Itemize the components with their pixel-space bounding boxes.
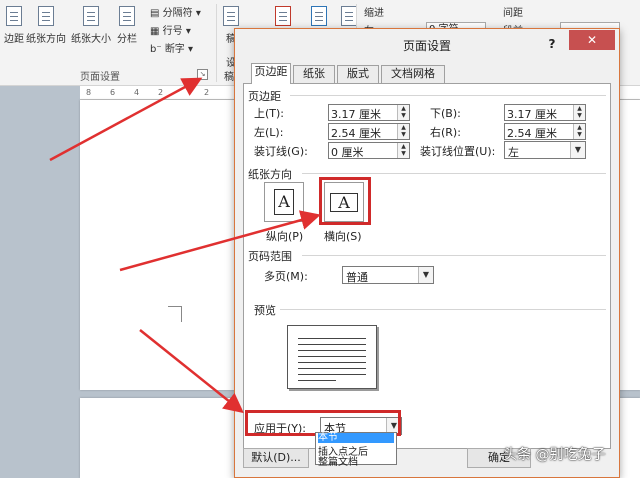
gutter-position-label: 装订线位置(U): [420,145,496,158]
margins-icon [6,6,22,26]
ruler-tick: 2 [204,88,210,97]
orientation-icon [38,6,54,26]
multiple-pages-label: 多页(M): [264,270,308,283]
orientation-button[interactable]: 纸张方向 [22,4,70,52]
tab-panel-margins: 页边距 上(T): 3.17 厘米 ▲ ▼ 下(B): 3.17 厘米 ▲ ▼ 左(… [243,83,611,449]
ruler-tick: 2 [158,88,164,97]
right-margin-label: 右(R): [430,126,461,139]
draft-icon [223,6,239,26]
apply-to-option-whole-document[interactable]: 整篇文档 [318,453,358,468]
apply-to-option-this-section[interactable]: 本节 [318,433,394,443]
spin-arrows-icon[interactable]: ▲ ▼ [397,143,409,158]
right-margin-input[interactable]: 2.54 厘米 ▲ ▼ [504,123,586,140]
columns-icon [119,6,135,26]
pages-section-title: 页码范围 [248,250,292,263]
spin-arrows-icon[interactable]: ▲ ▼ [573,124,585,139]
portrait-page-icon: A [274,189,294,215]
page-preview [287,325,377,389]
section-divider [302,255,606,256]
spin-arrows-icon[interactable]: ▲ ▼ [397,105,409,120]
tab-paper[interactable]: 纸张 [293,65,335,83]
section-divider [290,95,606,96]
watermark-text: 头条 @别吃兔子 [503,447,606,463]
margins-section-title: 页边距 [248,90,281,103]
multiple-pages-select[interactable]: 普通 ▼ [342,266,434,284]
tab-margins[interactable]: 页边距 [251,63,291,84]
page-border-icon [341,6,357,26]
left-margin-label: 左(L): [254,126,284,139]
size-button[interactable]: 纸张大小 [68,4,114,52]
dialog-title: 页面设置 [402,39,451,53]
left-margin-input[interactable]: 2.54 厘米 ▲ ▼ [328,123,410,140]
hyphenation-button[interactable]: b⁻ 断字 ▾ [150,40,193,55]
portrait-label: 纵向(P) [266,230,304,243]
help-button[interactable]: ? [543,35,561,53]
top-margin-label: 上(T): [254,107,285,120]
page-setup-group-label: 页面设置 [80,72,120,83]
landscape-highlight-box [319,177,371,225]
ruler-tick: 6 [110,88,116,97]
ruler-tick: 4 [134,88,140,97]
draft-group-label: 稿 [224,72,234,83]
page-color-icon [311,6,327,26]
paper-size-icon [83,6,99,26]
landscape-label: 横向(S) [324,230,362,243]
close-button[interactable]: ✕ [569,30,615,50]
bottom-margin-label: 下(B): [430,107,461,120]
ruler-tick: 8 [86,88,92,97]
watermark-icon [275,6,291,26]
tab-layout[interactable]: 版式 [337,65,379,83]
gutter-position-select[interactable]: 左 ▼ [504,141,586,159]
default-button[interactable]: 默认(D)... [243,448,309,468]
line-numbers-button[interactable]: ▦ 行号 ▾ [150,22,191,37]
indent-label: 缩进 [364,8,384,19]
chevron-down-icon[interactable]: ▼ [418,267,433,283]
gutter-input[interactable]: 0 厘米 ▲ ▼ [328,142,410,159]
gutter-label: 装订线(G): [254,145,308,158]
spin-arrows-icon[interactable]: ▲ ▼ [573,105,585,120]
crop-mark [168,306,182,322]
breaks-button[interactable]: ▤ 分隔符 ▾ [150,4,201,19]
page-setup-dialog: 页面设置 ? ✕ 页边距 纸张 版式 文档网格 页边距 上(T): 3.17 厘… [234,28,620,478]
spacing-label: 间距 [503,8,523,19]
chevron-down-icon[interactable]: ▼ [570,142,585,158]
spin-arrows-icon[interactable]: ▲ ▼ [397,124,409,139]
dialog-titlebar[interactable]: 页面设置 ? ✕ [235,29,619,61]
top-margin-input[interactable]: 3.17 厘米 ▲ ▼ [328,104,410,121]
columns-button[interactable]: 分栏 [112,4,142,52]
section-divider [280,309,606,310]
preview-section-title: 预览 [254,304,276,317]
section-divider [302,173,606,174]
bottom-margin-input[interactable]: 3.17 厘米 ▲ ▼ [504,104,586,121]
tab-document-grid[interactable]: 文档网格 [381,65,445,83]
page-setup-launcher-icon[interactable]: ↘ [197,69,208,80]
apply-to-dropdown-list: 本节 插入点之后 整篇文档 [315,432,397,468]
group-separator [216,4,217,82]
portrait-option[interactable]: A [264,182,304,222]
orientation-section-title: 纸张方向 [248,168,292,181]
